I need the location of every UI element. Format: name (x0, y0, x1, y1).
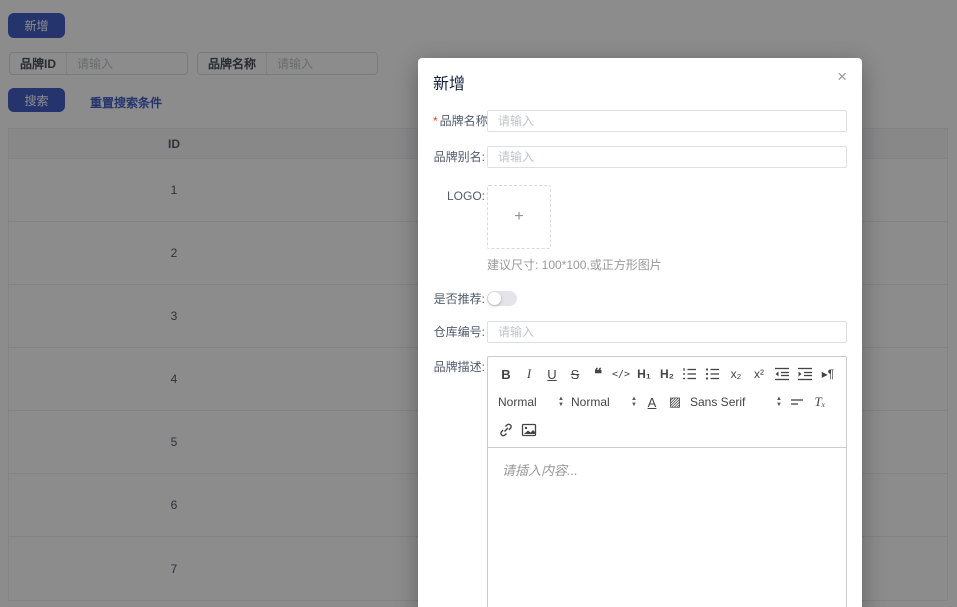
brand-name-input[interactable] (487, 110, 847, 132)
warehouse-label: 仓库编号: (433, 325, 485, 339)
form-row-logo-hint: 建议尺寸: 100*100,或正方形图片 (433, 256, 847, 274)
text-direction-icon[interactable]: ▸¶ (818, 364, 838, 384)
brand-name-label-text: 品牌名称: (439, 114, 492, 128)
bullet-list-icon[interactable] (703, 364, 723, 384)
strikethrough-icon[interactable]: S (565, 364, 585, 384)
brand-name-label: * 品牌名称: (433, 110, 491, 132)
recommend-toggle[interactable] (487, 291, 517, 306)
logo-upload-box[interactable]: + (487, 185, 551, 249)
modal-title: 新增 (433, 76, 466, 93)
warehouse-input[interactable] (487, 321, 847, 343)
plus-icon: + (514, 208, 524, 225)
underline-icon[interactable]: U (542, 364, 562, 384)
bold-icon[interactable]: B (496, 364, 516, 384)
form-row-warehouse: 仓库编号: (433, 321, 847, 343)
form-row-recommend: 是否推荐: (433, 288, 847, 310)
select-arrows-icon (631, 396, 637, 408)
form-row-brand-name: * 品牌名称: (433, 110, 847, 132)
brand-alias-input[interactable] (487, 146, 847, 168)
select-arrows-icon (776, 396, 782, 408)
text-color-icon[interactable]: A (642, 392, 662, 412)
superscript-icon[interactable]: x² (749, 364, 769, 384)
header-select-value: Normal (498, 395, 537, 409)
header-select[interactable]: Normal (496, 392, 566, 412)
clean-format-icon[interactable]: Tₓ (810, 392, 830, 412)
subscript-icon[interactable]: x₂ (726, 364, 746, 384)
description-label: 品牌描述: (433, 360, 485, 374)
background-color-icon[interactable]: ▨ (665, 392, 685, 412)
align-icon[interactable] (787, 392, 807, 412)
header2-icon[interactable]: H₂ (657, 364, 677, 384)
font-select-value: Sans Serif (690, 395, 746, 409)
required-asterisk: * (433, 114, 438, 128)
link-icon[interactable] (496, 420, 516, 440)
brand-alias-label: 品牌别名: (433, 150, 485, 164)
toggle-knob (488, 292, 501, 305)
header1-icon[interactable]: H₁ (634, 364, 654, 384)
indent-icon[interactable] (795, 364, 815, 384)
close-icon[interactable]: × (837, 68, 847, 85)
form-row-description: 品牌描述: B I U S ❝ </> H₁ H₂ x₂ x² ▸¶ Norma… (433, 356, 847, 607)
size-select[interactable]: Normal (569, 392, 639, 412)
editor-content[interactable]: 请插入内容... (488, 448, 846, 607)
font-select[interactable]: Sans Serif (688, 392, 784, 412)
rich-text-editor: B I U S ❝ </> H₁ H₂ x₂ x² ▸¶ Normal ▲ ▼ … (487, 356, 847, 607)
form-row-brand-alias: 品牌别名: (433, 146, 847, 168)
recommend-label: 是否推荐: (433, 292, 485, 306)
blockquote-icon[interactable]: ❝ (588, 364, 608, 384)
editor-toolbar: B I U S ❝ </> H₁ H₂ x₂ x² ▸¶ Normal ▲ ▼ … (488, 357, 846, 448)
form-row-logo: LOGO: + (433, 185, 847, 249)
logo-label: LOGO: (446, 189, 485, 203)
editor-placeholder: 请插入内容... (502, 463, 578, 478)
ordered-list-icon[interactable] (680, 364, 700, 384)
add-brand-modal: 新增 × *品牌名称: 品牌别名: LOGO: + 建议尺寸: 100*100,… (418, 58, 862, 607)
logo-size-hint: 建议尺寸: 100*100,或正方形图片 (487, 258, 662, 272)
select-arrows-icon (558, 396, 564, 408)
code-block-icon[interactable]: </> (611, 364, 631, 384)
image-icon[interactable] (519, 420, 539, 440)
outdent-icon[interactable] (772, 364, 792, 384)
size-select-value: Normal (571, 395, 610, 409)
italic-icon[interactable]: I (519, 364, 539, 384)
